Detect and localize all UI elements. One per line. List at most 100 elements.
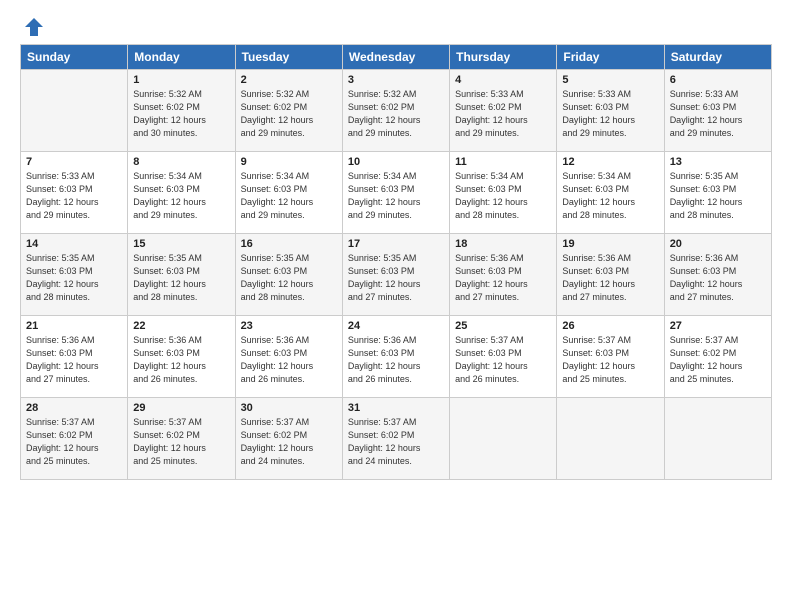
day-number: 13	[670, 156, 766, 168]
calendar-cell: 29Sunrise: 5:37 AM Sunset: 6:02 PM Dayli…	[128, 398, 235, 480]
calendar-cell	[664, 398, 771, 480]
day-info: Sunrise: 5:35 AM Sunset: 6:03 PM Dayligh…	[26, 252, 122, 304]
day-number: 20	[670, 238, 766, 250]
calendar-cell: 12 Sunrise: 5:34 AM Sunset: 6:03 PM Dayli…	[557, 152, 664, 234]
calendar-cell: 17 Sunrise: 5:35 AM Sunset: 6:03 PM Dayli…	[342, 234, 449, 316]
calendar-cell	[450, 398, 557, 480]
logo	[20, 16, 46, 34]
day-info: Sunrise: 5:32 AM Sunset: 6:02 PM Dayligh…	[241, 88, 337, 140]
calendar-cell: 6 Sunrise: 5:33 AM Sunset: 6:03 PM Daylig…	[664, 70, 771, 152]
day-info: Sunrise: 5:34 AM Sunset: 6:03 PM Dayligh…	[133, 170, 229, 222]
day-number: 5	[562, 74, 658, 86]
calendar-cell: 24 Sunrise: 5:36 AM Sunset: 6:03 PM Dayli…	[342, 316, 449, 398]
day-number: 11	[455, 156, 551, 168]
calendar-cell: 26 Sunrise: 5:37 AM Sunset: 6:03 PM Dayli…	[557, 316, 664, 398]
day-info: Sunrise: 5:33 AM Sunset: 6:03 PM Dayligh…	[562, 88, 658, 140]
day-info: Sunrise: 5:37 AM Sunset: 6:02 PM Dayligh…	[670, 334, 766, 386]
day-info: Sunrise: 5:36 AM Sunset: 6:03 PM Dayligh…	[670, 252, 766, 304]
day-header-wednesday: Wednesday	[342, 45, 449, 70]
day-number: 24	[348, 320, 444, 332]
day-info: Sunrise: 5:34 AM Sunset: 6:03 PM Dayligh…	[455, 170, 551, 222]
day-info: Sunrise: 5:36 AM Sunset: 6:03 PM Dayligh…	[348, 334, 444, 386]
day-number: 16	[241, 238, 337, 250]
day-info: Sunrise: 5:36 AM Sunset: 6:03 PM Dayligh…	[562, 252, 658, 304]
calendar-cell: 15 Sunrise: 5:35 AM Sunset: 6:03 PM Dayli…	[128, 234, 235, 316]
day-info: Sunrise: 5:34 AM Sunset: 6:03 PM Dayligh…	[348, 170, 444, 222]
day-info: Sunrise: 5:37 AM Sunset: 6:02 PM Dayligh…	[348, 416, 444, 468]
day-number: 22	[133, 320, 229, 332]
calendar-cell: 1Sunrise: 5:32 AM Sunset: 6:02 PM Daylig…	[128, 70, 235, 152]
calendar-cell: 30Sunrise: 5:37 AM Sunset: 6:02 PM Dayli…	[235, 398, 342, 480]
calendar-cell: 11 Sunrise: 5:34 AM Sunset: 6:03 PM Dayli…	[450, 152, 557, 234]
day-number: 2	[241, 74, 337, 86]
day-info: Sunrise: 5:36 AM Sunset: 6:03 PM Dayligh…	[455, 252, 551, 304]
day-info: Sunrise: 5:35 AM Sunset: 6:03 PM Dayligh…	[670, 170, 766, 222]
calendar-cell: 9 Sunrise: 5:34 AM Sunset: 6:03 PM Daylig…	[235, 152, 342, 234]
day-info: Sunrise: 5:33 AM Sunset: 6:02 PM Dayligh…	[455, 88, 551, 140]
day-number: 18	[455, 238, 551, 250]
calendar-cell: 31 Sunrise: 5:37 AM Sunset: 6:02 PM Dayli…	[342, 398, 449, 480]
day-number: 4	[455, 74, 551, 86]
calendar-cell: 4 Sunrise: 5:33 AM Sunset: 6:02 PM Daylig…	[450, 70, 557, 152]
calendar-cell	[557, 398, 664, 480]
day-number: 26	[562, 320, 658, 332]
calendar-cell: 13 Sunrise: 5:35 AM Sunset: 6:03 PM Dayli…	[664, 152, 771, 234]
day-info: Sunrise: 5:32 AM Sunset: 6:02 PM Dayligh…	[348, 88, 444, 140]
page-container: SundayMondayTuesdayWednesdayThursdayFrid…	[0, 0, 792, 496]
day-info: Sunrise: 5:35 AM Sunset: 6:03 PM Dayligh…	[241, 252, 337, 304]
header-row: SundayMondayTuesdayWednesdayThursdayFrid…	[21, 45, 772, 70]
day-number: 7	[26, 156, 122, 168]
logo-icon	[23, 16, 45, 38]
calendar-cell: 2 Sunrise: 5:32 AM Sunset: 6:02 PM Daylig…	[235, 70, 342, 152]
day-number: 6	[670, 74, 766, 86]
day-number: 29	[133, 402, 229, 414]
day-header-saturday: Saturday	[664, 45, 771, 70]
day-info: Sunrise: 5:36 AM Sunset: 6:03 PM Dayligh…	[133, 334, 229, 386]
day-number: 19	[562, 238, 658, 250]
day-info: Sunrise: 5:37 AM Sunset: 6:03 PM Dayligh…	[562, 334, 658, 386]
day-header-friday: Friday	[557, 45, 664, 70]
day-number: 23	[241, 320, 337, 332]
day-info: Sunrise: 5:34 AM Sunset: 6:03 PM Dayligh…	[241, 170, 337, 222]
day-info: Sunrise: 5:33 AM Sunset: 6:03 PM Dayligh…	[26, 170, 122, 222]
day-number: 21	[26, 320, 122, 332]
calendar-cell: 18 Sunrise: 5:36 AM Sunset: 6:03 PM Dayli…	[450, 234, 557, 316]
day-number: 17	[348, 238, 444, 250]
day-number: 9	[241, 156, 337, 168]
day-number: 3	[348, 74, 444, 86]
calendar-cell: 23 Sunrise: 5:36 AM Sunset: 6:03 PM Dayli…	[235, 316, 342, 398]
calendar-table: SundayMondayTuesdayWednesdayThursdayFrid…	[20, 44, 772, 480]
day-info: Sunrise: 5:36 AM Sunset: 6:03 PM Dayligh…	[241, 334, 337, 386]
week-row-5: 28 Sunrise: 5:37 AM Sunset: 6:02 PM Dayli…	[21, 398, 772, 480]
day-info: Sunrise: 5:33 AM Sunset: 6:03 PM Dayligh…	[670, 88, 766, 140]
calendar-cell: 3 Sunrise: 5:32 AM Sunset: 6:02 PM Daylig…	[342, 70, 449, 152]
day-number: 15	[133, 238, 229, 250]
day-number: 14	[26, 238, 122, 250]
day-info: Sunrise: 5:35 AM Sunset: 6:03 PM Dayligh…	[133, 252, 229, 304]
calendar-cell	[21, 70, 128, 152]
calendar-cell: 25Sunrise: 5:37 AM Sunset: 6:03 PM Dayli…	[450, 316, 557, 398]
day-number: 8	[133, 156, 229, 168]
day-number: 12	[562, 156, 658, 168]
header	[20, 16, 772, 34]
day-info: Sunrise: 5:37 AM Sunset: 6:02 PM Dayligh…	[241, 416, 337, 468]
day-header-thursday: Thursday	[450, 45, 557, 70]
week-row-1: 1Sunrise: 5:32 AM Sunset: 6:02 PM Daylig…	[21, 70, 772, 152]
calendar-cell: 28 Sunrise: 5:37 AM Sunset: 6:02 PM Dayli…	[21, 398, 128, 480]
day-number: 28	[26, 402, 122, 414]
day-info: Sunrise: 5:35 AM Sunset: 6:03 PM Dayligh…	[348, 252, 444, 304]
day-number: 31	[348, 402, 444, 414]
calendar-cell: 10Sunrise: 5:34 AM Sunset: 6:03 PM Dayli…	[342, 152, 449, 234]
week-row-3: 14 Sunrise: 5:35 AM Sunset: 6:03 PM Dayli…	[21, 234, 772, 316]
day-info: Sunrise: 5:34 AM Sunset: 6:03 PM Dayligh…	[562, 170, 658, 222]
calendar-cell: 8 Sunrise: 5:34 AM Sunset: 6:03 PM Daylig…	[128, 152, 235, 234]
day-number: 27	[670, 320, 766, 332]
calendar-cell: 16 Sunrise: 5:35 AM Sunset: 6:03 PM Dayli…	[235, 234, 342, 316]
calendar-cell: 22 Sunrise: 5:36 AM Sunset: 6:03 PM Dayli…	[128, 316, 235, 398]
day-header-sunday: Sunday	[21, 45, 128, 70]
week-row-4: 21 Sunrise: 5:36 AM Sunset: 6:03 PM Dayli…	[21, 316, 772, 398]
week-row-2: 7 Sunrise: 5:33 AM Sunset: 6:03 PM Daylig…	[21, 152, 772, 234]
day-info: Sunrise: 5:37 AM Sunset: 6:02 PM Dayligh…	[26, 416, 122, 468]
calendar-cell: 21Sunrise: 5:36 AM Sunset: 6:03 PM Dayli…	[21, 316, 128, 398]
day-header-monday: Monday	[128, 45, 235, 70]
